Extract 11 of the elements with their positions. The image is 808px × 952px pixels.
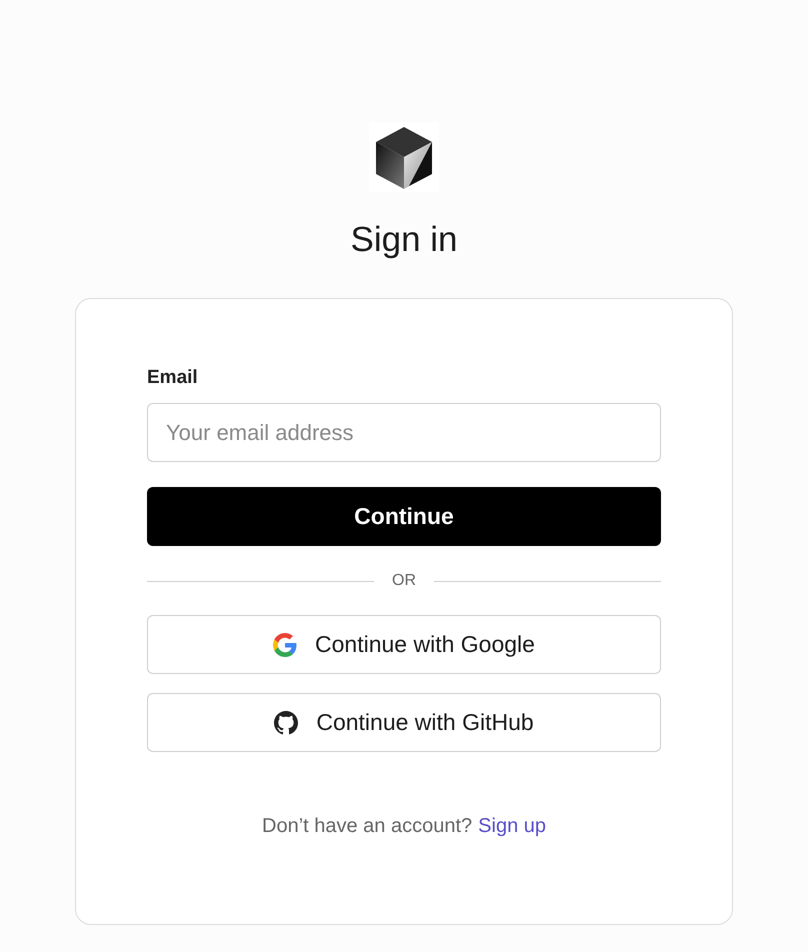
divider-label: OR — [392, 572, 416, 590]
continue-button[interactable]: Continue — [147, 487, 661, 546]
email-label: Email — [147, 367, 199, 389]
email-field[interactable]: Your email address — [147, 403, 661, 462]
github-icon — [274, 710, 298, 734]
page-title: Sign in — [350, 220, 458, 260]
google-sign-in-button[interactable]: Continue with Google — [147, 615, 661, 674]
github-sign-in-button[interactable]: Continue with GitHub — [147, 693, 661, 752]
footer-text: Don’t have an account? — [262, 815, 472, 838]
google-icon — [273, 632, 298, 656]
sign-up-link[interactable]: Sign up — [478, 815, 546, 838]
